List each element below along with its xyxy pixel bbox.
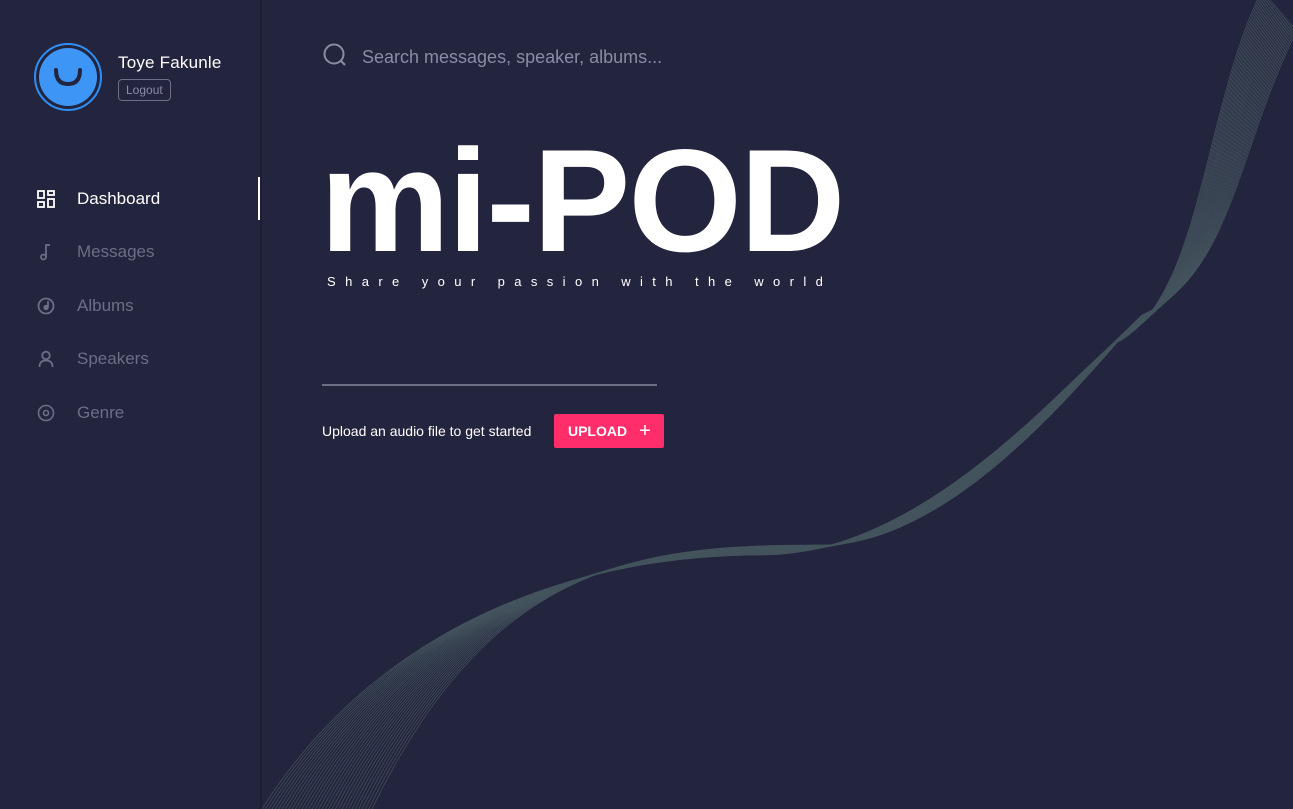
avatar[interactable]	[34, 43, 102, 111]
sidebar: Toye Fakunle Logout Dashboard Messages A…	[0, 0, 262, 809]
divider	[322, 384, 657, 386]
upload-section: Upload an audio file to get started UPLO…	[322, 414, 665, 448]
logout-button[interactable]: Logout	[118, 79, 171, 101]
smile-icon	[39, 48, 97, 106]
upload-button-label: UPLOAD	[567, 423, 628, 439]
search-icon[interactable]	[322, 42, 348, 73]
sidebar-item-genre[interactable]: Genre	[0, 386, 262, 440]
hero-tagline: Share your passion with the world	[327, 274, 833, 289]
sidebar-item-label: Messages	[77, 242, 155, 262]
user-profile: Toye Fakunle Logout	[34, 43, 222, 111]
sidebar-item-albums[interactable]: Albums	[0, 279, 262, 333]
album-icon	[36, 296, 56, 316]
sidebar-item-label: Albums	[77, 295, 134, 315]
upload-button[interactable]: UPLOAD +	[554, 414, 665, 448]
sidebar-item-dashboard[interactable]: Dashboard	[0, 172, 262, 226]
disc-icon	[36, 403, 56, 423]
sidebar-item-label: Speakers	[77, 349, 149, 369]
sidebar-item-label: Genre	[77, 402, 125, 422]
search-bar	[322, 42, 782, 73]
upload-prompt: Upload an audio file to get started	[322, 423, 532, 439]
search-input[interactable]	[362, 47, 782, 68]
person-icon	[36, 349, 56, 369]
user-name: Toye Fakunle	[118, 53, 222, 72]
dashboard-icon	[36, 189, 56, 209]
sidebar-nav: Dashboard Messages Albums Speakers Genre	[0, 172, 262, 440]
sidebar-item-label: Dashboard	[77, 188, 161, 208]
sidebar-item-messages[interactable]: Messages	[0, 226, 262, 280]
music-note-icon	[36, 242, 56, 262]
sidebar-item-speakers[interactable]: Speakers	[0, 333, 262, 387]
plus-icon: +	[639, 420, 651, 442]
hero-title: mi-POD	[320, 119, 845, 282]
